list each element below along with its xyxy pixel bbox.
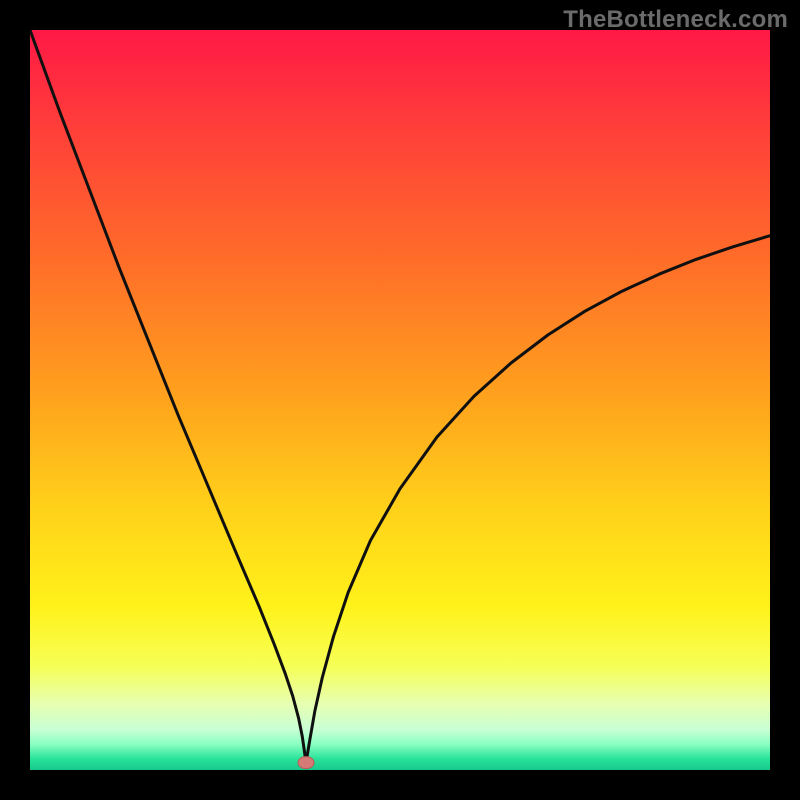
optimal-marker <box>298 757 314 769</box>
watermark-label: TheBottleneck.com <box>563 6 788 34</box>
bottleneck-chart <box>30 30 770 770</box>
gradient-background <box>30 30 770 770</box>
chart-frame: TheBottleneck.com <box>0 0 800 800</box>
plot-area <box>30 30 770 770</box>
